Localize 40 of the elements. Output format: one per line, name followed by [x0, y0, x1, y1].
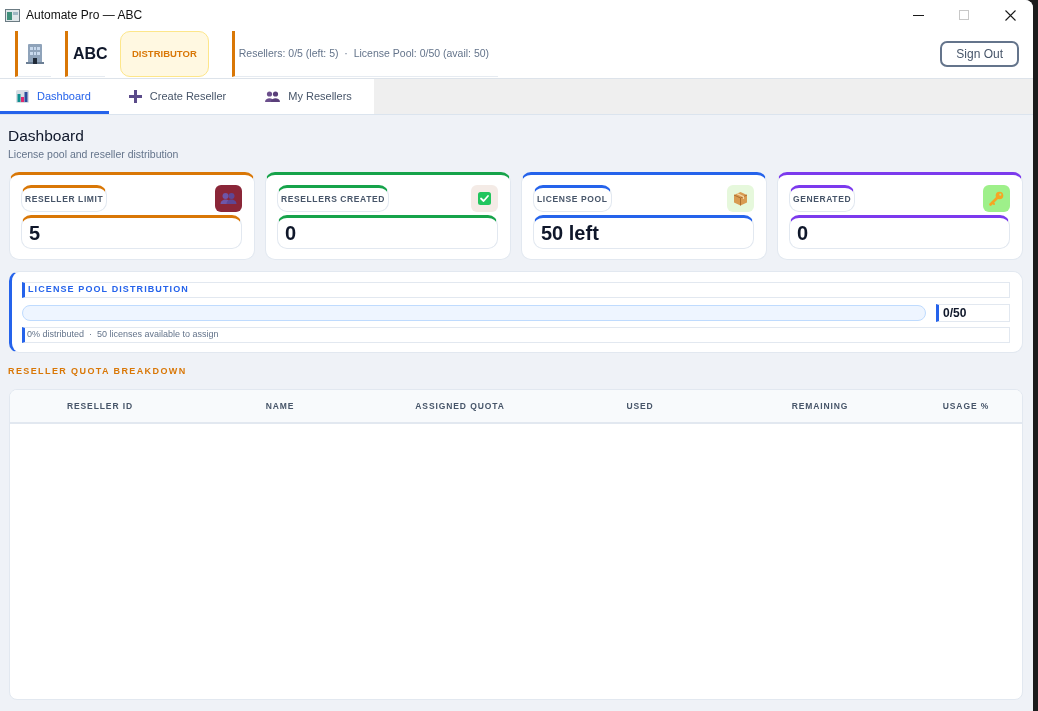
- plus-icon: [128, 90, 142, 103]
- check-icon: [471, 185, 498, 212]
- column-header: USAGE %: [941, 399, 991, 413]
- role-badge: DISTRIBUTOR: [120, 31, 209, 77]
- people-icon: [215, 185, 242, 212]
- app-icon: [5, 8, 20, 22]
- section-heading: RESELLER QUOTA BREAKDOWN: [8, 366, 187, 377]
- building-icon: [25, 43, 44, 64]
- stat-label: LICENSE POOL: [533, 185, 612, 212]
- page-title: Dashboard: [8, 126, 84, 146]
- tab[interactable]: Create Reseller: [108, 79, 245, 114]
- stat-label: RESELLERS CREATED: [277, 185, 390, 212]
- box-icon: [727, 185, 754, 212]
- stat-label: GENERATED: [789, 185, 856, 212]
- key-icon: [983, 185, 1010, 212]
- people-icon: [265, 91, 281, 102]
- tab[interactable]: My Resellers: [244, 79, 374, 114]
- organization-name: ABC: [72, 43, 108, 64]
- maximize-icon: [959, 10, 969, 20]
- bar-chart-icon: [16, 90, 29, 103]
- column-header: NAME: [264, 399, 296, 413]
- column-header: RESELLER ID: [65, 399, 135, 413]
- page-subtitle: License pool and reseller distribution: [8, 148, 179, 161]
- progress-count: 0/50: [936, 304, 1010, 322]
- window-title: Automate Pro — ABC: [26, 7, 143, 24]
- stat-value: 50 left: [533, 215, 754, 249]
- stat-value: 0: [277, 215, 498, 249]
- minimize-icon: [912, 14, 924, 16]
- column-header: USED: [625, 399, 655, 413]
- tab[interactable]: Dashboard: [0, 79, 109, 114]
- progress-caption: 0% distributed · 50 licenses available to assign: [22, 327, 1010, 343]
- column-header: ASSIGNED QUOTA: [414, 399, 506, 413]
- column-header: REMAINING: [790, 399, 850, 413]
- quota-summary: Resellers: 0/5 (left: 5) · License Pool: 0/50 (avail: 50): [237, 45, 490, 61]
- close-icon: [1004, 9, 1016, 21]
- stat-label: RESELLER LIMIT: [21, 185, 108, 212]
- sign-out-button[interactable]: Sign Out: [940, 41, 1019, 67]
- stat-value: 5: [21, 215, 242, 249]
- panel-title: LICENSE POOL DISTRIBUTION: [22, 282, 1010, 298]
- stat-value: 0: [789, 215, 1010, 249]
